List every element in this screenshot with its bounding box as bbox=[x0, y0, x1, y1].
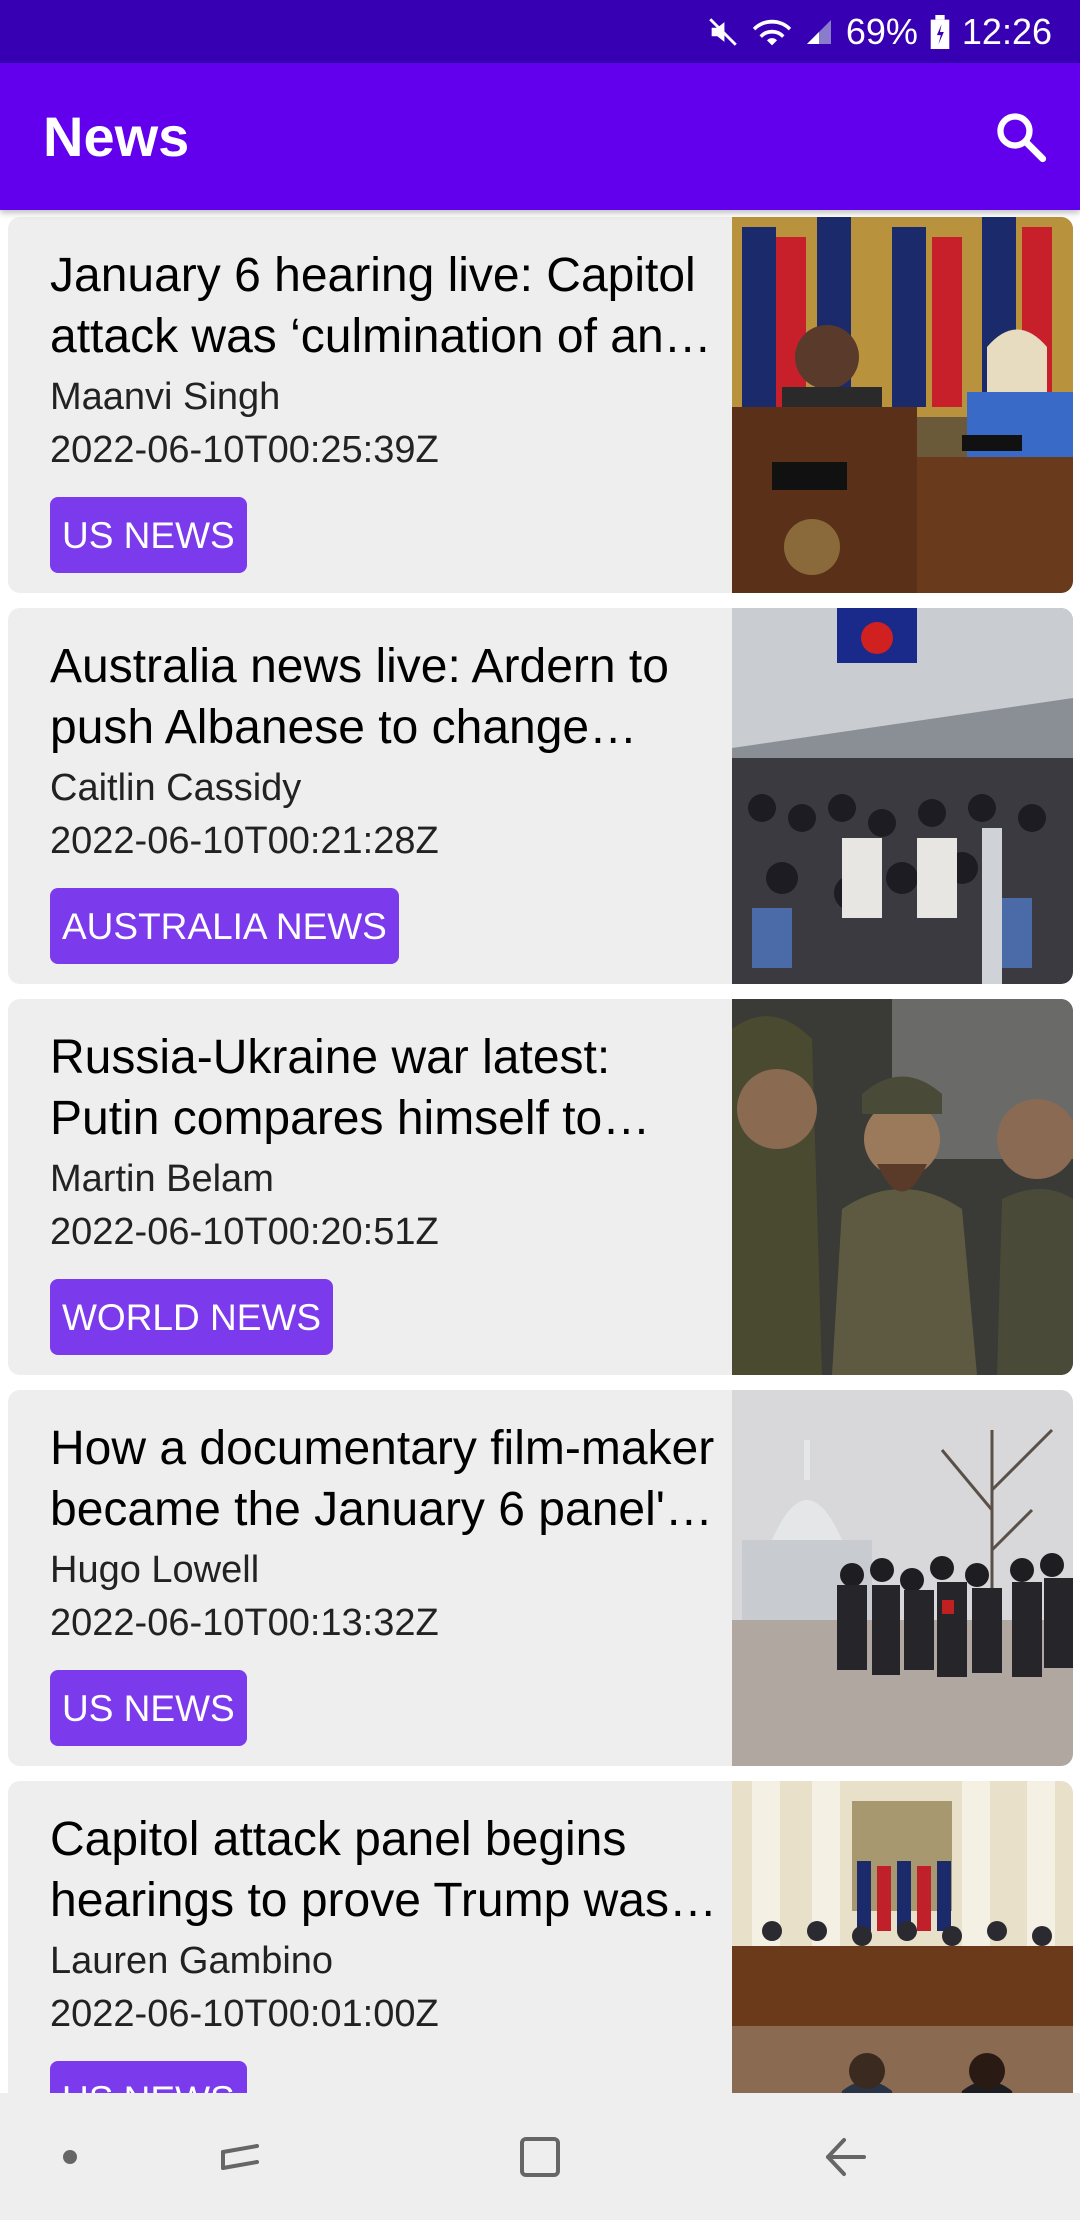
section-badge[interactable]: US NEWS bbox=[50, 1670, 247, 1746]
article-title: Russia-Ukraine war latest: Putin compare… bbox=[50, 1031, 611, 1145]
news-card[interactable]: How a documentary film-maker became the … bbox=[8, 1390, 1073, 1766]
article-author: Martin Belam bbox=[50, 1158, 274, 1200]
section-badge[interactable]: US NEWS bbox=[50, 497, 247, 573]
news-list[interactable]: January 6 hearing live: Capitol attack w… bbox=[0, 210, 1080, 2093]
back-button[interactable] bbox=[805, 2093, 885, 2220]
section-badge[interactable]: WORLD NEWS bbox=[50, 1279, 333, 1355]
article-author: Maanvi Singh bbox=[50, 376, 281, 418]
system-navigation-bar bbox=[0, 2093, 1080, 2220]
news-card[interactable]: January 6 hearing live: Capitol attack w… bbox=[8, 217, 1073, 593]
article-date: 2022-06-10T00:01:00Z bbox=[50, 1993, 439, 2035]
mute-icon bbox=[706, 15, 740, 49]
article-date: 2022-06-10T00:20:51Z bbox=[50, 1211, 439, 1253]
clock: 12:26 bbox=[961, 10, 1052, 52]
search-button[interactable] bbox=[992, 108, 1050, 166]
article-thumbnail[interactable] bbox=[732, 608, 1073, 984]
wifi-icon bbox=[752, 15, 792, 49]
section-badge[interactable]: AUSTRALIA NEWS bbox=[50, 888, 399, 964]
app-bar: News bbox=[0, 63, 1080, 210]
recent-apps-icon bbox=[221, 2143, 259, 2170]
news-card[interactable]: Capitol attack panel begins hearings to … bbox=[8, 1781, 1073, 2093]
nav-dot-button[interactable] bbox=[40, 2093, 100, 2220]
article-date: 2022-06-10T00:25:39Z bbox=[50, 429, 439, 471]
signal-icon bbox=[804, 15, 834, 49]
article-thumbnail[interactable] bbox=[732, 1390, 1073, 1766]
news-card[interactable]: Australia news live: Ardern to push Alba… bbox=[8, 608, 1073, 984]
back-arrow-icon bbox=[826, 2137, 866, 2176]
status-bar: 69% 12:26 bbox=[0, 0, 1080, 63]
recent-apps-button[interactable] bbox=[200, 2093, 280, 2220]
article-thumbnail[interactable] bbox=[732, 1781, 1073, 2093]
article-date: 2022-06-10T00:13:32Z bbox=[50, 1602, 439, 1644]
news-card[interactable]: Russia-Ukraine war latest: Putin compare… bbox=[8, 999, 1073, 1375]
home-button[interactable] bbox=[500, 2093, 580, 2220]
dot-icon bbox=[63, 2149, 77, 2164]
battery-icon bbox=[930, 14, 950, 49]
article-title: How a documentary film-maker became the … bbox=[50, 1422, 715, 1536]
article-title: Capitol attack panel begins hearings to … bbox=[50, 1813, 669, 1927]
article-author: Caitlin Cassidy bbox=[50, 767, 302, 809]
article-title: January 6 hearing live: Capitol attack w… bbox=[50, 249, 696, 363]
search-icon bbox=[997, 113, 1047, 163]
article-author: Lauren Gambino bbox=[50, 1940, 334, 1982]
article-title: Australia news live: Ardern to push Alba… bbox=[50, 640, 669, 754]
page-title: News bbox=[43, 105, 190, 168]
article-thumbnail[interactable] bbox=[732, 999, 1073, 1375]
battery-percent: 69% bbox=[845, 10, 918, 52]
section-badge[interactable]: US NEWS bbox=[50, 2061, 247, 2093]
home-icon bbox=[520, 2136, 560, 2177]
article-author: Hugo Lowell bbox=[50, 1549, 260, 1591]
article-date: 2022-06-10T00:21:28Z bbox=[50, 820, 439, 862]
article-thumbnail[interactable] bbox=[732, 217, 1073, 593]
